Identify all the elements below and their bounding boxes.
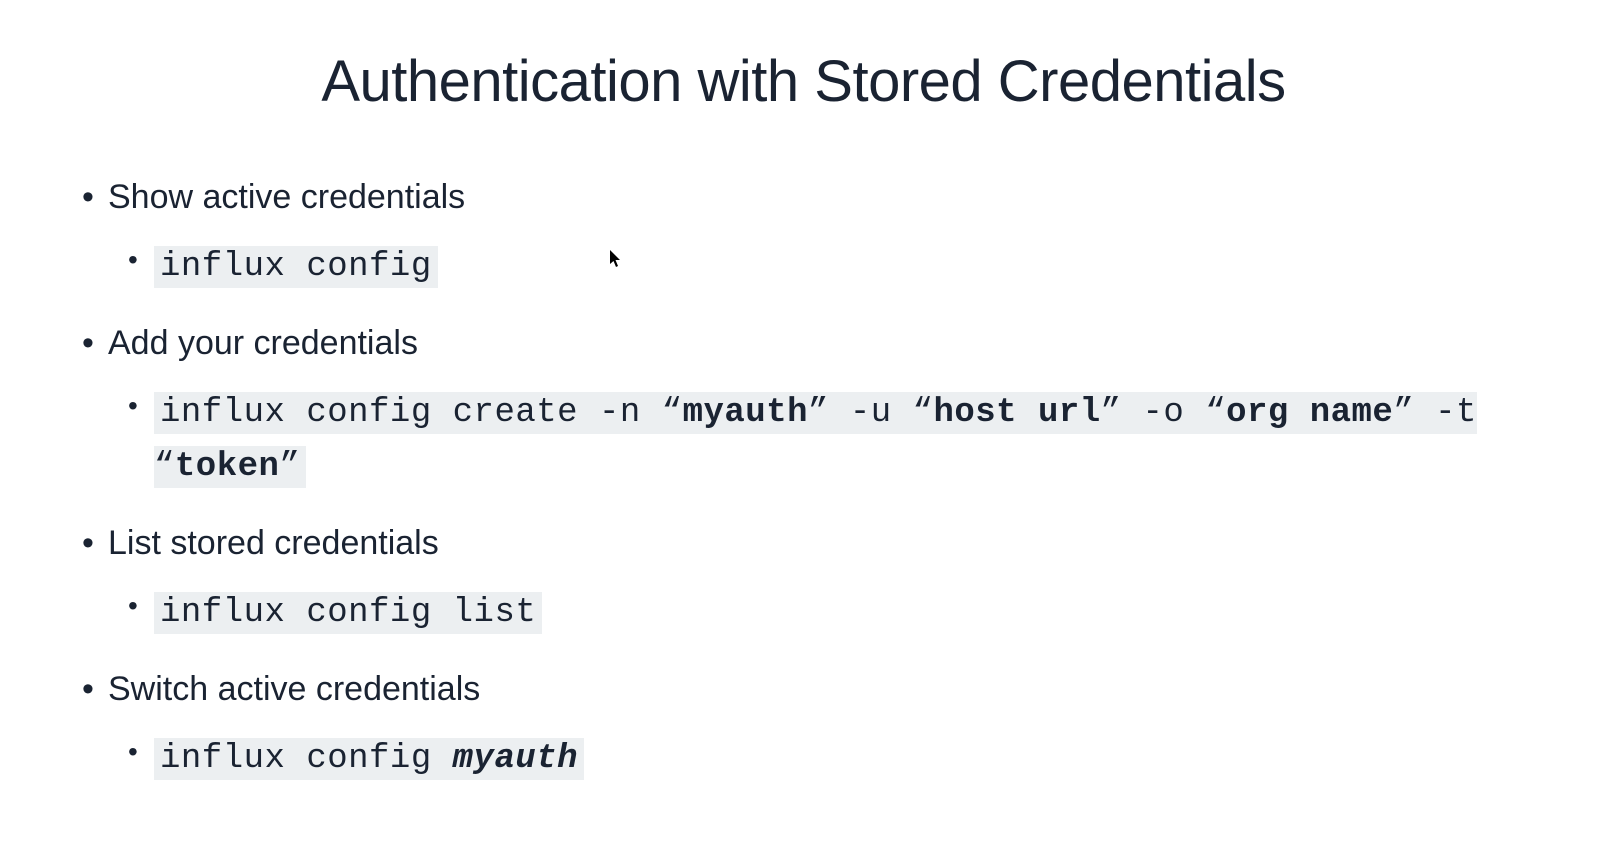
bullet-label: List stored credentials: [80, 521, 1527, 567]
slide-container: Authentication with Stored Credentials S…: [0, 0, 1607, 853]
bullet-label: Switch active credentials: [80, 667, 1527, 713]
sub-list: influx config create -n “myauth” -u “hos…: [80, 385, 1527, 493]
code-block: influx config: [154, 246, 438, 288]
code-block: influx config list: [154, 592, 542, 634]
bullet-list: Show active credentials influx config Ad…: [80, 175, 1527, 785]
code-line: influx config myauth: [128, 731, 1527, 785]
bullet-label: Add your credentials: [80, 321, 1527, 367]
bullet-label: Show active credentials: [80, 175, 1527, 221]
list-item: Switch active credentials influx config …: [80, 667, 1527, 785]
code-line: influx config create -n “myauth” -u “hos…: [128, 385, 1527, 493]
slide-title: Authentication with Stored Credentials: [80, 48, 1527, 115]
sub-list: influx config: [80, 239, 1527, 293]
sub-list: influx config list: [80, 585, 1527, 639]
list-item: Show active credentials influx config: [80, 175, 1527, 293]
code-block: influx config myauth: [154, 738, 584, 780]
list-item: Add your credentials influx config creat…: [80, 321, 1527, 493]
code-line: influx config list: [128, 585, 1527, 639]
code-line: influx config: [128, 239, 1527, 293]
code-block: influx config create -n “myauth” -u “hos…: [154, 392, 1477, 488]
sub-list: influx config myauth: [80, 731, 1527, 785]
list-item: List stored credentials influx config li…: [80, 521, 1527, 639]
